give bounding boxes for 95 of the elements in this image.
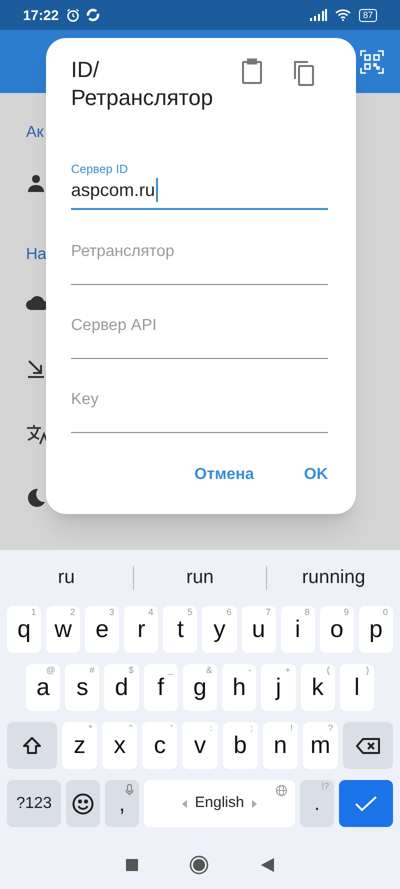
key-hint: # <box>89 666 94 675</box>
keyboard-key[interactable]: j + <box>261 664 296 711</box>
key-hint: * <box>88 724 92 733</box>
key-hint: 9 <box>344 608 349 617</box>
sync-icon <box>86 8 100 22</box>
keyboard-key[interactable]: y 6 <box>202 606 237 653</box>
translate-icon <box>26 423 48 445</box>
suggestion[interactable]: run <box>134 564 266 592</box>
key-hint: ? <box>328 724 333 733</box>
cancel-button[interactable]: Отмена <box>194 463 254 487</box>
keyboard-key[interactable]: d $ <box>104 664 139 711</box>
keyboard-key[interactable]: q 1 <box>7 606 42 653</box>
key-hint: _ <box>168 666 173 675</box>
section-header: На <box>26 246 46 263</box>
globe-icon <box>276 785 287 796</box>
keyboard-key[interactable]: p 0 <box>358 606 393 653</box>
key-hint: : <box>210 724 213 733</box>
suggestion[interactable]: ru <box>0 564 133 592</box>
keyboard-key[interactable]: v : <box>182 722 218 769</box>
symbols-key[interactable]: ?123 <box>7 780 61 827</box>
shift-key[interactable] <box>7 722 57 769</box>
keyboard-key[interactable]: o 9 <box>320 606 354 653</box>
text-field[interactable]: Сервер ID aspcom.ru <box>71 136 328 210</box>
keyboard-key[interactable]: n ! <box>262 722 298 769</box>
qr-code-icon[interactable] <box>360 50 384 74</box>
battery-indicator: 87 <box>358 8 377 22</box>
comma-key[interactable]: , <box>105 780 139 827</box>
left-arrow-icon <box>182 800 187 808</box>
person-icon <box>26 173 46 193</box>
key-hint: !? <box>321 782 329 791</box>
keyboard-key[interactable]: h - <box>222 664 256 711</box>
suggestion[interactable]: running <box>267 564 400 592</box>
key-hint: 4 <box>148 608 154 617</box>
recent-apps-icon[interactable] <box>126 859 138 871</box>
keyboard-key[interactable]: w 2 <box>46 606 80 653</box>
key-hint: ; <box>250 724 253 733</box>
key-hint: ) <box>366 666 369 675</box>
copy-icon[interactable] <box>293 60 315 86</box>
right-arrow-icon <box>252 800 258 808</box>
home-icon[interactable] <box>189 855 210 875</box>
key-hint: @ <box>46 666 56 675</box>
checkmark-icon <box>355 796 377 812</box>
key-hint: - <box>248 666 252 675</box>
key-hint: " <box>129 724 132 733</box>
key-hint: 6 <box>226 608 232 617</box>
keyboard-key[interactable]: c ' <box>142 722 178 769</box>
backspace-key[interactable] <box>342 722 393 769</box>
signal-icon <box>310 9 327 21</box>
wifi-icon <box>334 9 351 21</box>
moon-icon <box>26 488 46 508</box>
key-hint: 7 <box>266 608 271 617</box>
key-hint: 8 <box>304 608 310 617</box>
keyboard-key[interactable]: i 8 <box>280 606 315 653</box>
keyboard-key[interactable]: t 5 <box>163 606 198 653</box>
status-time: 17:22 <box>23 6 59 24</box>
keyboard-key[interactable]: z * <box>62 722 98 769</box>
space-key[interactable]: English <box>144 780 295 827</box>
key-hint: ' <box>170 724 172 733</box>
key-hint: ( <box>326 666 330 675</box>
language-label: English <box>194 793 244 814</box>
key-hint: 3 <box>109 608 114 617</box>
key-hint: & <box>206 666 212 675</box>
clipboard-icon[interactable] <box>241 58 263 84</box>
alarm-icon <box>66 8 80 22</box>
shift-icon <box>22 736 42 756</box>
key-hint: $ <box>128 666 134 675</box>
keyboard-key[interactable]: s # <box>65 664 100 711</box>
key-hint: 2 <box>70 608 76 617</box>
arrow-icon <box>26 358 46 378</box>
keyboard-key[interactable]: f _ <box>144 664 178 711</box>
keyboard-key[interactable]: x " <box>102 722 138 769</box>
enter-key[interactable] <box>339 780 393 827</box>
microphone-icon <box>125 784 134 796</box>
dialog-title: ID/ Ретранслятор <box>71 56 214 112</box>
keyboard-key[interactable]: k ( <box>300 664 335 711</box>
keyboard-key[interactable]: b ; <box>222 722 258 769</box>
key-hint: + <box>285 666 291 675</box>
keyboard-key[interactable]: e 3 <box>85 606 120 653</box>
keyboard-key[interactable]: a @ <box>26 664 60 711</box>
emoji-key[interactable] <box>66 780 100 827</box>
key-hint: 5 <box>187 608 192 617</box>
section-header: Ак <box>26 124 44 141</box>
keyboard-key[interactable]: m ? <box>302 722 338 769</box>
ok-button[interactable]: OK <box>304 463 328 487</box>
backspace-icon <box>356 738 380 754</box>
keyboard-key[interactable]: g & <box>182 664 218 711</box>
smiley-icon <box>72 792 94 814</box>
keyboard-key[interactable]: l ) <box>340 664 374 711</box>
back-icon[interactable] <box>261 858 274 872</box>
key-hint: 1 <box>31 608 36 617</box>
period-key[interactable]: . !? <box>300 780 334 827</box>
keyboard-key[interactable]: r 4 <box>124 606 158 653</box>
key-hint: ! <box>290 724 293 733</box>
keyboard-key[interactable]: u 7 <box>242 606 276 653</box>
key-hint: 0 <box>382 608 388 617</box>
